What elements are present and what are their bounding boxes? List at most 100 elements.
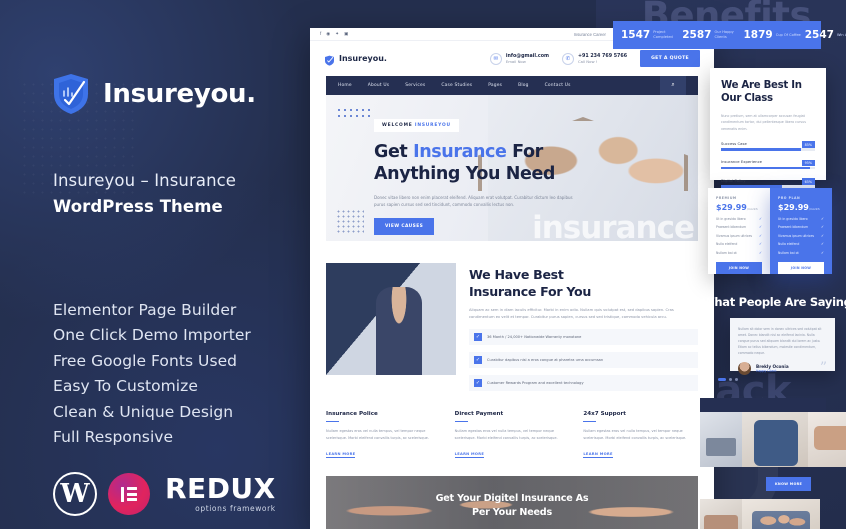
header-contact-block: ✉ info@gmail.com Email Now ✆ +91 234 769… [489,50,700,67]
gallery-know-more-button[interactable]: KNOW MORE [766,477,812,491]
best-in-class-panel: We Are Best In Our Class Nunc pretium, s… [710,68,826,188]
skill-track [721,166,815,170]
get-a-quote-button[interactable]: GET A QUOTE [640,50,700,67]
site-logo[interactable]: Insureyou. [324,53,387,66]
nav-item-case-studies[interactable]: Case Studies [441,83,472,88]
gallery-row-2 [700,499,846,529]
phone-icon: ✆ [561,52,574,65]
pricing-feature: Vivamus ipsum ultrices ✓ [778,234,824,238]
hero-paragraph: Donec vitae libero non enim placerat ele… [374,194,573,208]
pricing-period: /month [808,207,820,211]
hero-cta-button[interactable]: VIEW CAUSES [374,217,435,235]
hero-title-part2: For [506,142,543,162]
social-icon[interactable]: ✦ [335,31,339,37]
pagination-dot[interactable] [735,378,738,381]
services-columns: Insurance Police Nullam egestas eros vel … [310,391,714,460]
phone-sub: Call Now ! [577,58,598,64]
service-learn-more-link[interactable]: LEARN MORE [454,452,485,458]
nav-items[interactable]: Home About Us Services Case Studies Pages Blo… [338,83,587,88]
hero-welcome-badge: WELCOME INSUREYOU [374,119,459,132]
tech-logo-row: W REDUX options framework [53,472,276,516]
topbar-link[interactable]: Insurance Career [574,32,606,37]
best-in-class-paragraph: Nunc pretium, sem at ullamcorper accusan… [721,113,806,131]
nav-item-blog[interactable]: Blog [518,83,529,88]
gallery-image [808,412,846,467]
service-learn-more-link[interactable]: LEARN MORE [326,452,356,458]
email-contact[interactable]: ✉ info@gmail.com Email Now [489,52,549,65]
skill-bar: Insurance Experience 95% [721,158,815,170]
pricing-join-button[interactable]: JOIN NOW [778,261,824,274]
check-icon: ✓ [474,355,482,364]
feature-item: Elementor Page Builder [53,301,237,319]
preview-stage: Benefits back 1547 Project Completed 2587 O… [310,0,846,529]
nav-item-pages[interactable]: Pages [488,83,502,88]
hero-title-emphasis: Insurance [413,142,507,162]
hero-title: Get Insurance For Anything You Need [374,141,604,186]
site-logo-text: Insureyou. [339,54,387,63]
service-learn-more-link[interactable]: LEARN MORE [583,452,613,458]
theme-title: Insureyou – Insurance WordPress Theme [53,168,293,219]
service-column: Insurance Police Nullam egestas eros vel … [326,411,441,460]
phone-contact[interactable]: ✆ +91 234 769 5766 Call Now ! [561,52,628,65]
pricing-feature-text: Nulla eleifend [778,242,800,246]
service-rule [326,420,339,423]
brand-name: Insureyou. [103,79,256,109]
phone-value: +91 234 769 5766 [577,53,628,59]
theme-title-line1: Insureyou – Insurance [53,171,237,190]
stat-number: 2587 [682,29,712,41]
stat-item: 1547 Project Completed [621,29,679,41]
pricing-amount: $29.99/month [778,203,820,212]
check-icon: ✓ [820,216,824,221]
elementor-icon [108,473,150,515]
check-icon: ✓ [758,216,762,221]
email-value: info@gmail.com [505,53,549,59]
hero-section: insurance WELCOME INSUREYOU Get Insuranc… [326,95,698,241]
gallery-row-1 [700,412,846,467]
pagination-dot-active[interactable] [718,378,726,381]
testimonial-pagination[interactable] [718,378,738,381]
social-icon[interactable]: ▣ [344,31,348,37]
pagination-dot[interactable] [729,378,732,381]
hero-dots-decoration-2 [336,209,364,233]
skill-percent: 85% [801,141,815,148]
social-icon[interactable]: ◉ [326,31,330,37]
hero-title-part1: Get [374,142,414,162]
pricing-feature-text: Praesent bibendum [716,225,747,229]
checklist-item: ✓ Curabitur dapibus nisl a eros congue at… [469,351,698,368]
hero-content: WELCOME INSUREYOU Get Insurance For Anyt… [374,113,604,235]
nav-item-about-us[interactable]: About Us [368,83,389,88]
shield-check-icon [324,53,335,66]
quote-icon: ” [819,360,827,377]
social-icon[interactable]: f [320,31,321,37]
stat-label: Our Happy Clients [714,30,734,39]
gallery-image [742,499,820,529]
testimonial-heading: What People Are Saying [702,295,846,309]
nav-item-home[interactable]: Home [338,83,352,88]
gallery-top-band [700,398,826,412]
pricing-feature: Ut in gravida libero ✓ [716,217,762,221]
stat-item: 1879 Cup Of Coffee [743,29,801,41]
nav-item-contact-us[interactable]: Contact Us [545,83,571,88]
checklist-text: Customer Rewards Program and excellent t… [487,380,584,385]
search-icon[interactable]: ⌕ [660,76,686,95]
checklist-item: ✓ Customer Rewards Program and excellent … [469,374,698,391]
pricing-tag: PRO PLAN [778,196,801,200]
nav-item-services[interactable]: Services [405,83,425,88]
shield-check-icon [50,72,92,116]
feature-item: Easy To Customize [53,377,198,396]
gallery-image [700,412,742,467]
pricing-join-button[interactable]: JOIN NOW [716,261,762,274]
pricing-feature-text: Ut in gravida libero [778,216,808,221]
hero-welcome-brand: INSUREYOU [414,123,451,128]
social-icons[interactable]: f ◉ ✦ ▣ [320,31,349,37]
pricing-card: PREMIUM $29.99/month Ut in gravida libero ✓… [708,188,770,274]
redux-logo: REDUX options framework [165,475,276,514]
about-paragraph: Aliquam ac sem in diam iaculis efficitur… [469,308,674,320]
feature-item: Full Responsive [53,428,174,447]
pricing-feature: Nullam bai ot ✓ [778,251,824,255]
check-icon: ✓ [820,233,824,238]
about-photo [326,263,456,375]
feature-item: Clean & Unique Design [53,402,234,421]
service-column: 24x7 Support Nullam egestas eros vel null… [583,411,698,460]
gallery-image [700,499,742,529]
